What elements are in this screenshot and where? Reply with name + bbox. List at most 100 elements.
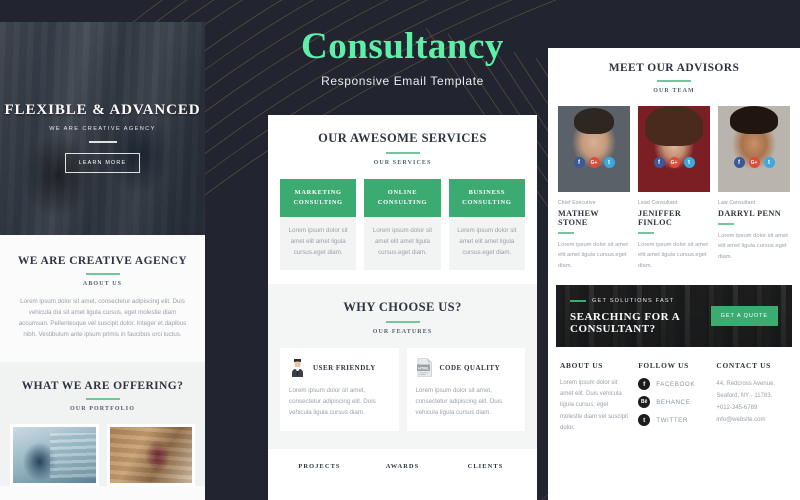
brand-title: Consultancy bbox=[301, 25, 504, 67]
services-section: OUR AWESOME SERVICES OUR SERVICES MARKET… bbox=[268, 115, 537, 284]
portfolio-photo-man-on-couch[interactable] bbox=[10, 424, 99, 487]
footer-follow-title: FOLLOW US bbox=[638, 361, 689, 371]
left-preview-column: FLEXIBLE & ADVANCED WE ARE CREATIVE AGEN… bbox=[0, 22, 205, 500]
footer-social-twitter[interactable]: t TWITTER bbox=[638, 414, 706, 427]
right-preview-column: MEET OUR ADVISORS OUR TEAM f G+ t Chief … bbox=[548, 48, 800, 500]
stat-item: PROJECTS bbox=[278, 463, 361, 470]
team-section: MEET OUR ADVISORS OUR TEAM f G+ t Chief … bbox=[548, 48, 800, 281]
portfolio-photo-woman-at-laptop[interactable] bbox=[106, 424, 195, 487]
feature-body: Lorem ipsum dolor sit amet, consectetur … bbox=[415, 387, 503, 417]
facebook-icon[interactable]: f bbox=[573, 157, 585, 168]
learn-more-button[interactable]: LEARN MORE bbox=[64, 152, 141, 173]
team-label: OUR TEAM bbox=[653, 88, 695, 94]
contact-address-line1: 44, Redcross Avenue, bbox=[716, 381, 775, 388]
google-plus-icon[interactable]: G+ bbox=[588, 157, 600, 168]
footer-section: ABOUT US Lorem ipsum dolor sit amet elit… bbox=[548, 347, 800, 443]
facebook-icon[interactable]: f bbox=[653, 157, 665, 168]
contact-email[interactable]: info@website.com bbox=[716, 414, 788, 426]
brand-subtitle: Responsive Email Template bbox=[321, 73, 484, 88]
footer-social-facebook[interactable]: f FACEBOOK bbox=[638, 378, 706, 391]
behance-icon: Bē bbox=[638, 396, 651, 409]
portfolio-image-grid bbox=[0, 424, 205, 487]
cta-kicker-text: GET SOLUTIONS FAST bbox=[592, 297, 675, 304]
service-card[interactable]: MARKETING CONSULTING Lorem ipsum dolor s… bbox=[280, 179, 357, 271]
footer-about-title: ABOUT US bbox=[560, 361, 604, 371]
google-plus-icon[interactable]: G+ bbox=[748, 157, 760, 168]
get-a-quote-button[interactable]: GET A QUOTE bbox=[710, 306, 778, 327]
footer-social-label: FACEBOOK bbox=[656, 380, 696, 388]
team-member-grid: f G+ t Chief Executive MATHEW STONE Lore… bbox=[558, 106, 790, 271]
businessman-icon bbox=[292, 359, 303, 378]
feature-body: Lorem ipsum dolor sit amet, consectetur … bbox=[289, 387, 376, 417]
feature-title: USER FRIENDLY bbox=[313, 363, 376, 372]
features-grid: USER FRIENDLY Lorem ipsum dolor sit amet… bbox=[280, 348, 525, 431]
service-body: Lorem ipsum dolor sit amet elit amet lig… bbox=[288, 226, 348, 256]
twitter-icon: t bbox=[638, 414, 651, 427]
left-portfolio-section: WHAT WE ARE OFFERING? OUR PORTFOLIO bbox=[0, 362, 205, 487]
feature-card[interactable]: USER FRIENDLY Lorem ipsum dolor sit amet… bbox=[280, 348, 399, 431]
html-file-icon: HTML bbox=[416, 358, 432, 378]
stat-label: CLIENTS bbox=[467, 462, 504, 470]
member-social-links: f G+ t bbox=[718, 157, 790, 168]
feature-card[interactable]: HTML CODE QUALITY Lorem ipsum dolor sit … bbox=[406, 348, 525, 431]
middle-preview-column: Consultancy Responsive Email Template OU… bbox=[265, 0, 540, 500]
member-name: MATHEW STONE bbox=[558, 209, 599, 227]
member-role: Lead Consultant bbox=[638, 200, 678, 206]
stat-item: CLIENTS bbox=[444, 463, 527, 470]
about-divider bbox=[85, 273, 120, 275]
cta-kicker-line bbox=[570, 300, 586, 302]
member-portrait: f G+ t bbox=[558, 106, 630, 192]
member-social-links: f G+ t bbox=[638, 157, 710, 168]
portfolio-label: OUR PORTFOLIO bbox=[70, 406, 135, 413]
member-bio: Lorem ipsum dolor sit amet elit amet lig… bbox=[558, 242, 628, 269]
facebook-icon[interactable]: f bbox=[733, 157, 745, 168]
cta-title: SEARCHING FOR A CONSULTANT? bbox=[570, 310, 680, 335]
why-label: OUR FEATURES bbox=[372, 329, 433, 336]
portfolio-divider bbox=[85, 398, 120, 401]
footer-follow-column: FOLLOW US f FACEBOOK Bē BEHANCE t TWITTE… bbox=[638, 361, 706, 433]
stat-item: AWARDS bbox=[361, 463, 444, 470]
services-card-grid: MARKETING CONSULTING Lorem ipsum dolor s… bbox=[280, 179, 525, 271]
service-body: Lorem ipsum dolor sit amet elit amet lig… bbox=[372, 226, 433, 256]
team-member-card: f G+ t Law Consultant DARRYL PENN Lorem … bbox=[718, 106, 790, 271]
footer-social-label: TWITTER bbox=[656, 416, 688, 424]
member-role: Law Consultant bbox=[718, 200, 756, 206]
footer-contact-title: CONTACT US bbox=[716, 361, 771, 371]
left-hero-banner: FLEXIBLE & ADVANCED WE ARE CREATIVE AGEN… bbox=[0, 22, 205, 235]
footer-social-behance[interactable]: Bē BEHANCE bbox=[638, 396, 706, 409]
stats-row: PROJECTS AWARDS CLIENTS bbox=[268, 448, 537, 482]
feature-title: CODE QUALITY bbox=[439, 363, 501, 372]
services-label: OUR SERVICES bbox=[373, 160, 432, 166]
member-name: JENIFFER FINLOC bbox=[638, 209, 682, 227]
footer-contact-column: CONTACT US 44, Redcross Avenue, Seaford,… bbox=[716, 361, 788, 433]
service-heading: ONLINE CONSULTING bbox=[364, 179, 441, 217]
team-title: MEET OUR ADVISORS bbox=[608, 62, 740, 74]
member-role: Chief Executive bbox=[558, 200, 596, 206]
team-member-card: f G+ t Lead Consultant JENIFFER FINLOC L… bbox=[638, 106, 710, 271]
twitter-icon[interactable]: t bbox=[763, 157, 775, 168]
twitter-icon[interactable]: t bbox=[603, 157, 615, 168]
contact-address-line2: Seaford, NY - 11783. bbox=[716, 393, 773, 400]
member-bio: Lorem ipsum dolor sit amet elit amet lig… bbox=[638, 242, 708, 269]
footer-about-body: Lorem ipsum dolor sit amet elit. Duis ve… bbox=[560, 380, 629, 431]
about-label: ABOUT US bbox=[82, 281, 123, 287]
service-card[interactable]: BUSINESS CONSULTING Lorem ipsum dolor si… bbox=[448, 179, 525, 271]
services-divider bbox=[385, 152, 420, 154]
member-divider bbox=[638, 232, 654, 234]
member-divider bbox=[558, 232, 574, 234]
contact-phone[interactable]: +012-345-6789 bbox=[716, 402, 788, 414]
service-heading: MARKETING CONSULTING bbox=[280, 179, 357, 217]
cta-kicker: GET SOLUTIONS FAST bbox=[570, 298, 711, 304]
member-portrait: f G+ t bbox=[638, 106, 710, 192]
twitter-icon[interactable]: t bbox=[683, 157, 695, 168]
why-title: WHY CHOOSE US? bbox=[343, 300, 462, 315]
service-card[interactable]: ONLINE CONSULTING Lorem ipsum dolor sit … bbox=[364, 179, 441, 271]
member-divider bbox=[718, 223, 734, 225]
stat-label: PROJECTS bbox=[298, 462, 341, 470]
team-divider bbox=[657, 80, 691, 82]
team-member-card: f G+ t Chief Executive MATHEW STONE Lore… bbox=[558, 106, 630, 271]
member-name: DARRYL PENN bbox=[718, 209, 782, 218]
svg-text:HTML: HTML bbox=[417, 366, 429, 371]
hero-divider bbox=[88, 141, 117, 143]
google-plus-icon[interactable]: G+ bbox=[668, 157, 680, 168]
